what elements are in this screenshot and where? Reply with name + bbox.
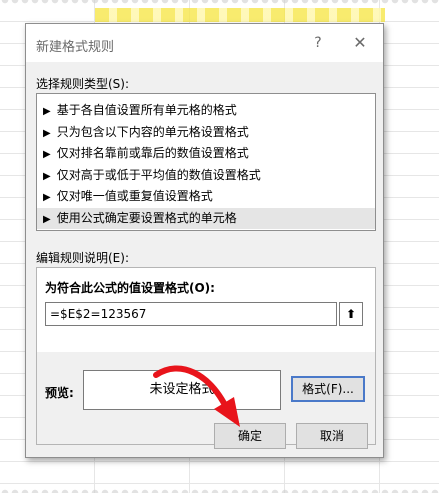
dialog-titlebar: 新建格式规则 ? ✕ [26, 24, 383, 62]
rule-type-item[interactable]: ▶ 只为包含以下内容的单元格设置格式 [37, 122, 375, 144]
triangle-right-icon: ▶ [43, 170, 51, 182]
dialog-title: 新建格式规则 [36, 40, 115, 55]
rule-type-label: 仅对唯一值或重复值设置格式 [56, 189, 213, 203]
formula-input[interactable]: =$E$2=123567 [45, 302, 337, 326]
torn-edge-top [0, 0, 439, 10]
torn-edge-bottom [0, 483, 439, 493]
format-button[interactable]: 格式(F)... [291, 376, 365, 402]
red-arrow-annotation [153, 365, 240, 427]
rule-type-item[interactable]: ▶ 仅对排名靠前或靠后的数值设置格式 [37, 143, 375, 165]
preview-label: 预览: [45, 386, 74, 400]
formula-section: 为符合此公式的值设置格式(O): =$E$2=123567 ⬆ [37, 268, 375, 352]
collapse-dialog-icon[interactable]: ⬆ [339, 302, 363, 326]
rule-type-label: 只为包含以下内容的单元格设置格式 [56, 124, 249, 139]
triangle-right-icon: ▶ [43, 127, 51, 139]
help-button[interactable]: ? [308, 33, 328, 53]
arrow-shaft [153, 365, 231, 414]
rule-type-item[interactable]: ▶ 仅对唯一值或重复值设置格式 [37, 186, 375, 208]
triangle-right-icon: ▶ [43, 106, 51, 117]
rule-type-label: 仅对排名靠前或靠后的数值设置格式 [56, 146, 249, 160]
select-rule-type-label: 选择规则类型(S): [36, 77, 130, 91]
formula-label: 为符合此公式的值设置格式(O): [45, 281, 215, 295]
edit-rule-label: 编辑规则说明(E): [36, 251, 129, 265]
rule-type-item[interactable]: ▶ 基于各自值设置所有单元格的格式 [37, 100, 375, 122]
cancel-button[interactable]: 取消 [296, 423, 368, 449]
rule-type-list[interactable]: ▶ 基于各自值设置所有单元格的格式 ▶ 只为包含以下内容的单元格设置格式 ▶ 仅对排名… [36, 93, 376, 231]
arrow-head [214, 397, 240, 427]
triangle-right-icon: ▶ [43, 213, 51, 225]
triangle-right-icon: ▶ [43, 149, 51, 160]
triangle-right-icon: ▶ [43, 192, 51, 203]
rule-type-label: 仅对高于或低于平均值的数值设置格式 [56, 167, 261, 182]
rule-type-label: 基于各自值设置所有单元格的格式 [56, 103, 237, 117]
close-button[interactable]: ✕ [348, 33, 372, 53]
highlighted-cells [95, 8, 385, 22]
rule-type-label: 使用公式确定要设置格式的单元格 [56, 210, 237, 225]
rule-type-item-selected[interactable]: ▶ 使用公式确定要设置格式的单元格 [37, 207, 375, 229]
rule-type-item[interactable]: ▶ 仅对高于或低于平均值的数值设置格式 [37, 165, 375, 187]
